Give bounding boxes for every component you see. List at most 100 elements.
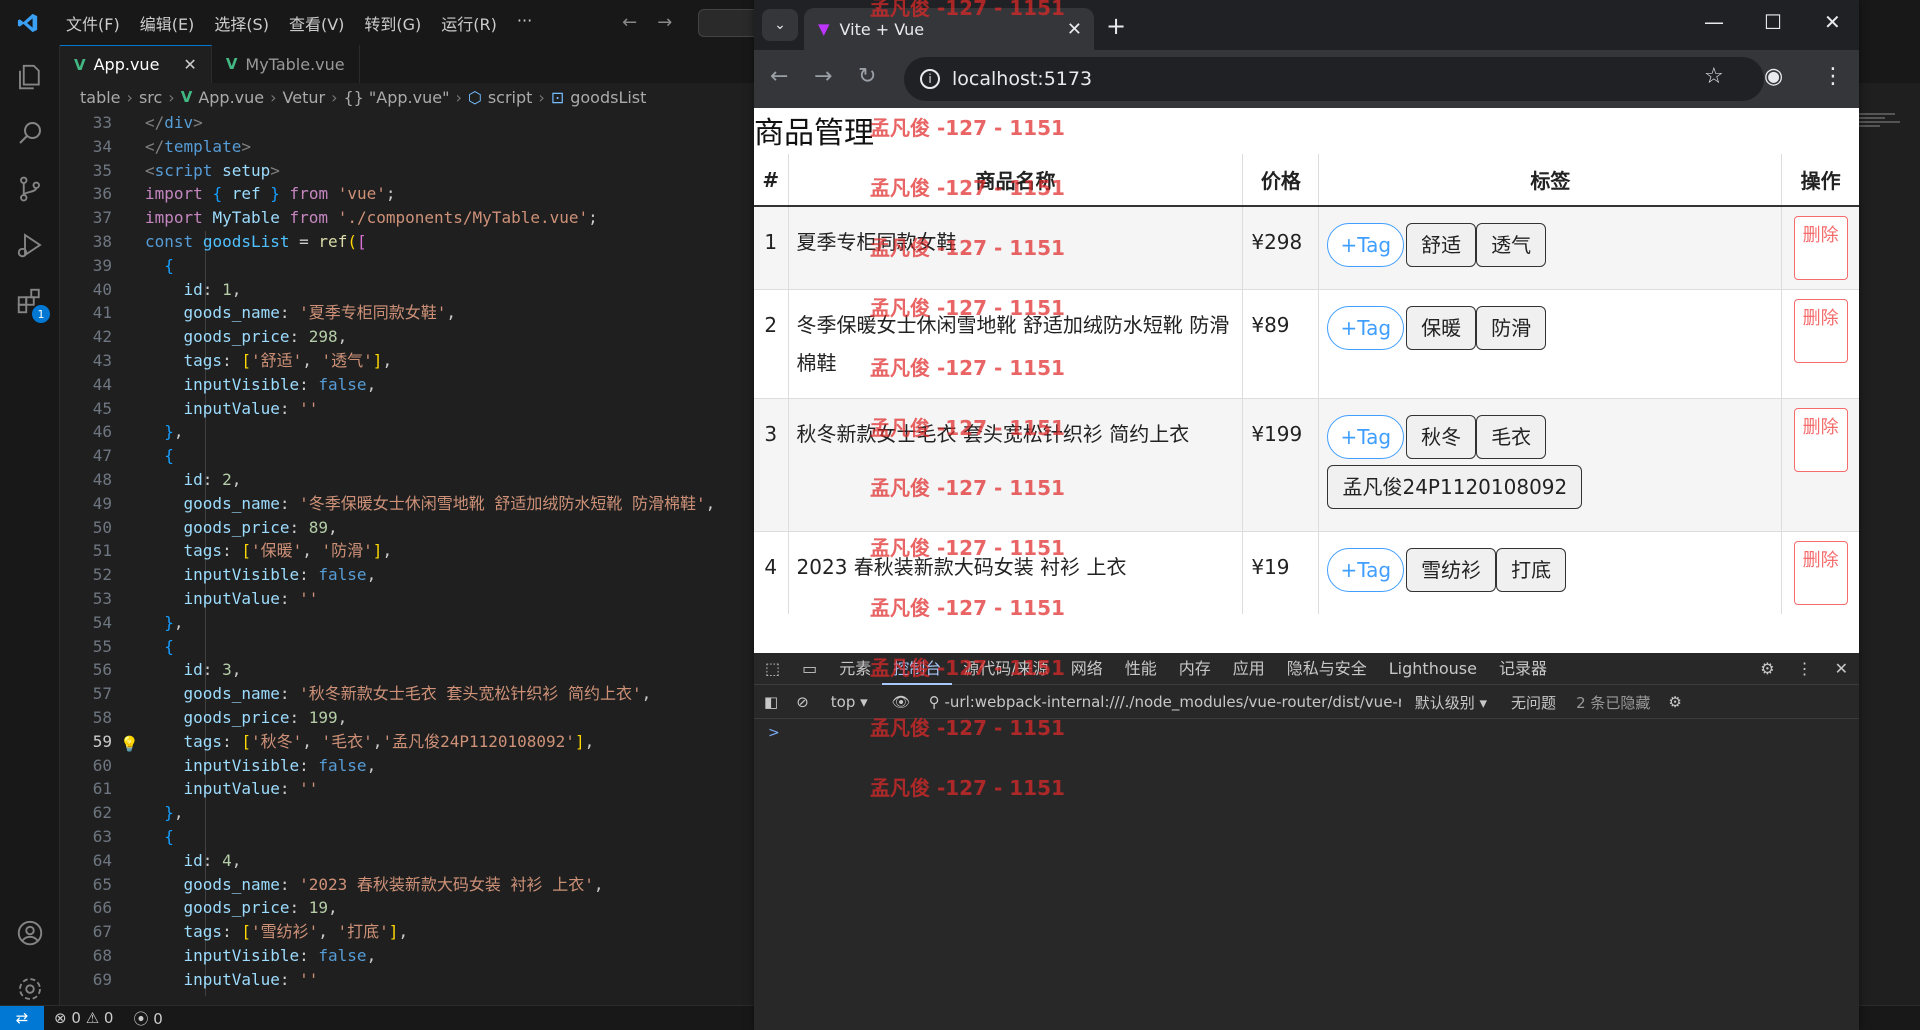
code-line[interactable]: 66 goods_price: 19,: [60, 896, 760, 920]
code-line[interactable]: 46 },: [60, 420, 760, 444]
breadcrumb-item[interactable]: table: [80, 88, 121, 107]
code-line[interactable]: 38 const goodsList = ref([: [60, 230, 760, 254]
devtools-tab[interactable]: 源代码/来源: [952, 653, 1059, 685]
menu-item[interactable]: 编辑(E): [130, 11, 205, 35]
code-line[interactable]: 40 id: 1,: [60, 278, 760, 302]
code-line[interactable]: 57 goods_name: '秋冬新款女士毛衣 套头宽松针织衫 简约上衣',: [60, 682, 760, 706]
search-icon[interactable]: [0, 105, 60, 161]
delete-button[interactable]: 删除: [1793, 299, 1848, 363]
breadcrumb-item[interactable]: {} "App.vue": [343, 88, 449, 107]
address-bar[interactable]: i localhost:5173: [904, 57, 1764, 101]
site-info-icon[interactable]: i: [920, 69, 940, 89]
code-line[interactable]: 63 {: [60, 825, 760, 849]
code-line[interactable]: 43 tags: ['舒适', '透气'],: [60, 349, 760, 373]
code-line[interactable]: 49 goods_name: '冬季保暖女士休闲雪地靴 舒适加绒防水短靴 防滑棉…: [60, 492, 760, 516]
tag-chip[interactable]: 防滑: [1476, 306, 1547, 350]
code-line[interactable]: 33 </div>: [60, 111, 760, 135]
delete-button[interactable]: 删除: [1793, 216, 1848, 280]
code-line[interactable]: 60 inputVisible: false,: [60, 754, 760, 778]
breadcrumb-item[interactable]: src: [139, 88, 162, 107]
new-tab-icon[interactable]: +: [1106, 12, 1126, 40]
tag-chip[interactable]: 打底: [1496, 548, 1567, 592]
run-debug-icon[interactable]: [0, 217, 60, 273]
menu-item[interactable]: 文件(F): [56, 11, 130, 35]
devtools-close-icon[interactable]: ✕: [1824, 653, 1859, 685]
devtools-tab[interactable]: 隐私与安全: [1276, 653, 1378, 685]
code-line[interactable]: 39 {: [60, 254, 760, 278]
maximize-icon[interactable]: ☐: [1764, 10, 1782, 34]
devtools-tab[interactable]: Lighthouse: [1378, 653, 1488, 685]
close-icon[interactable]: ✕: [183, 55, 196, 74]
menu-kebab-icon[interactable]: ⋮: [1822, 64, 1844, 89]
profile-icon[interactable]: ◉: [1764, 64, 1783, 89]
tag-chip[interactable]: 舒适: [1406, 223, 1477, 267]
context-select[interactable]: top ▾: [817, 693, 882, 711]
ports-indicator[interactable]: ⦿ 0: [123, 1008, 172, 1029]
menu-item[interactable]: 选择(S): [204, 11, 279, 35]
code-line[interactable]: 50 goods_price: 89,: [60, 516, 760, 540]
code-line[interactable]: 37 import MyTable from './components/MyTa…: [60, 206, 760, 230]
minimize-icon[interactable]: —: [1704, 10, 1724, 34]
tag-chip[interactable]: 毛衣: [1476, 415, 1547, 459]
devtools-tab[interactable]: 网络: [1060, 653, 1114, 685]
code-line[interactable]: 44 inputVisible: false,: [60, 373, 760, 397]
problems-indicator[interactable]: ⊗ 0 ⚠ 0: [44, 1009, 123, 1027]
code-line[interactable]: 65 goods_name: '2023 春秋装新款大码女装 衬衫 上衣',: [60, 873, 760, 897]
devtools-tab[interactable]: 元素: [828, 653, 882, 685]
tag-chip[interactable]: 透气: [1476, 223, 1547, 267]
sidebar-toggle-icon[interactable]: ◧: [754, 693, 788, 711]
tag-chip[interactable]: 保暖: [1406, 306, 1477, 350]
device-toolbar-icon[interactable]: ▭: [791, 653, 828, 685]
menu-item[interactable]: ···: [507, 11, 542, 35]
source-control-icon[interactable]: [0, 161, 60, 217]
code-line[interactable]: 67 tags: ['雪纺衫', '打底'],: [60, 920, 760, 944]
code-line[interactable]: 41 goods_name: '夏季专柜同款女鞋',: [60, 301, 760, 325]
add-tag-button[interactable]: +Tag: [1327, 415, 1405, 459]
menu-item[interactable]: 查看(V): [279, 11, 354, 35]
clear-console-icon[interactable]: ⊘: [788, 693, 817, 711]
menu-item[interactable]: 运行(R): [431, 11, 507, 35]
code-line[interactable]: 47 {: [60, 444, 760, 468]
close-window-icon[interactable]: ✕: [1824, 10, 1841, 34]
reload-icon[interactable]: ↻: [858, 64, 876, 89]
devtools-more-icon[interactable]: ⋮: [1786, 653, 1824, 685]
tag-chip[interactable]: 秋冬: [1406, 415, 1477, 459]
code-line[interactable]: 59 💡 tags: ['秋冬', '毛衣','孟凡俊24P1120108092'…: [60, 730, 760, 754]
remote-icon[interactable]: ⇄: [0, 1005, 44, 1030]
close-tab-icon[interactable]: ✕: [1067, 19, 1082, 40]
tab-search-chevron-icon[interactable]: ⌄: [762, 9, 798, 41]
browser-tab[interactable]: ▼ Vite + Vue ✕: [804, 8, 1094, 50]
add-tag-button[interactable]: +Tag: [1327, 548, 1405, 592]
inspect-element-icon[interactable]: ⬚: [754, 653, 791, 685]
menu-item[interactable]: 转到(G): [354, 11, 431, 35]
tag-chip[interactable]: 孟凡俊24P1120108092: [1327, 465, 1583, 509]
code-line[interactable]: 36 import { ref } from 'vue';: [60, 182, 760, 206]
issues-indicator[interactable]: 无问题: [1501, 692, 1566, 713]
code-line[interactable]: 51 tags: ['保暖', '防滑'],: [60, 539, 760, 563]
code-line[interactable]: 68 inputVisible: false,: [60, 944, 760, 968]
back-arrow-icon[interactable]: ←: [622, 12, 637, 33]
forward-arrow-icon[interactable]: →: [657, 12, 672, 33]
console-settings-icon[interactable]: ⚙: [1660, 693, 1689, 711]
code-line[interactable]: 58 goods_price: 199,: [60, 706, 760, 730]
live-expression-eye-icon[interactable]: 👁: [882, 693, 921, 711]
breadcrumb-item[interactable]: Vetur: [283, 88, 326, 107]
code-line[interactable]: 45 inputValue: '': [60, 397, 760, 421]
code-line[interactable]: 56 id: 3,: [60, 658, 760, 682]
devtools-tab[interactable]: 控制台: [882, 653, 953, 685]
code-line[interactable]: 48 id: 2,: [60, 468, 760, 492]
explorer-icon[interactable]: [0, 49, 60, 105]
breadcrumb-item[interactable]: goodsList: [570, 88, 646, 107]
breadcrumb-item[interactable]: App.vue: [198, 88, 264, 107]
code-line[interactable]: 55 {: [60, 635, 760, 659]
extensions-icon[interactable]: 1: [0, 273, 60, 329]
devtools-tab[interactable]: 记录器: [1488, 653, 1558, 685]
bookmark-star-icon[interactable]: ☆: [1704, 64, 1724, 89]
code-line[interactable]: 54 },: [60, 611, 760, 635]
back-icon[interactable]: ←: [770, 64, 788, 89]
breadcrumb-item[interactable]: script: [488, 88, 533, 107]
code-line[interactable]: 35 <script setup>: [60, 159, 760, 183]
tab-app-vue[interactable]: V App.vue ✕: [60, 45, 212, 83]
code-line[interactable]: 42 goods_price: 298,: [60, 325, 760, 349]
devtools-tab[interactable]: 应用: [1222, 653, 1276, 685]
